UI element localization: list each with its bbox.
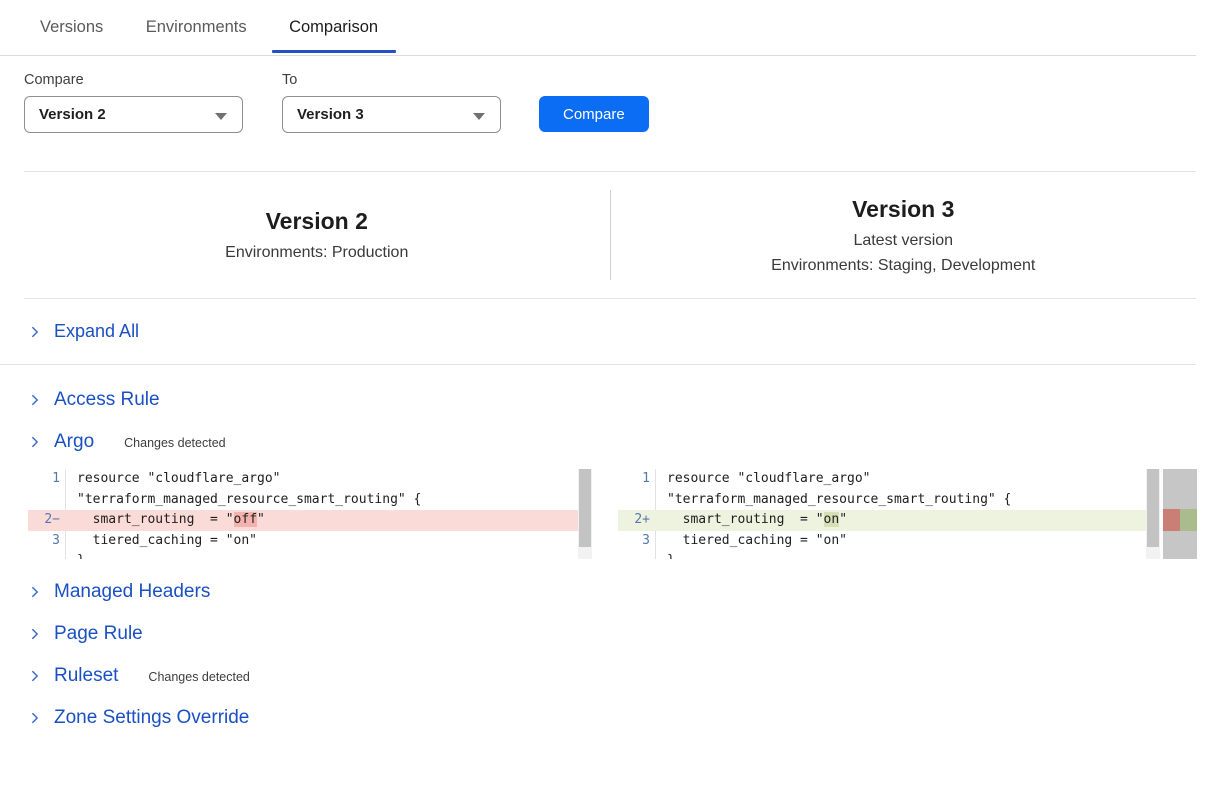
version-right-latest-label: Latest version (853, 232, 953, 250)
section-label: Ruleset (54, 665, 118, 687)
chevron-right-icon (28, 585, 42, 599)
line-number (618, 490, 656, 511)
tab-environments[interactable]: Environments (146, 18, 247, 51)
chevron-right-icon (28, 393, 42, 407)
section-label: Zone Settings Override (54, 707, 249, 729)
line-number: 2+ (618, 510, 656, 531)
code-line-wrap: "terraform_managed_resource_smart_routin… (28, 490, 592, 511)
diff-left-pane[interactable]: 1 resource "cloudflare_argo" "terraform_… (28, 469, 592, 559)
section-page-rule[interactable]: Page Rule (0, 613, 1224, 655)
version-right-title: Version 3 (852, 196, 954, 223)
chevron-right-icon (28, 627, 42, 641)
tab-bar: Versions Environments Comparison (0, 0, 1196, 56)
compare-to-select[interactable]: Version 3 (282, 96, 501, 133)
comparison-page: Versions Environments Comparison Compare… (0, 0, 1224, 788)
code-text: tiered_caching = "on" (656, 531, 847, 552)
diff-right-group: 1 resource "cloudflare_argo" "terraform_… (592, 469, 1197, 559)
compare-button[interactable]: Compare (539, 96, 649, 132)
code-line-wrap: "terraform_managed_resource_smart_routin… (618, 490, 1160, 511)
line-number: 3 (28, 531, 66, 552)
code-text: smart_routing = "on" (656, 510, 847, 531)
code-text: resource "cloudflare_argo" (66, 469, 281, 490)
changes-detected-badge: Changes detected (124, 434, 225, 450)
tab-versions[interactable]: Versions (40, 18, 103, 51)
added-word: on (824, 512, 840, 527)
scrollbar-thumb[interactable] (1147, 469, 1159, 547)
chevron-right-icon (28, 325, 42, 339)
diff-right-pane[interactable]: 1 resource "cloudflare_argo" "terraform_… (618, 469, 1160, 559)
diff-minimap[interactable] (1163, 469, 1197, 559)
line-number: 1 (28, 469, 66, 490)
tab-comparison[interactable]: Comparison (289, 18, 378, 51)
chevron-down-icon (473, 113, 485, 120)
code-line: 1 resource "cloudflare_argo" (618, 469, 1160, 490)
section-zone-settings-override[interactable]: Zone Settings Override (0, 697, 1224, 739)
section-argo[interactable]: Argo Changes detected (0, 421, 1224, 463)
section-managed-headers[interactable]: Managed Headers (0, 571, 1224, 613)
line-number: 2− (28, 510, 66, 531)
version-left-header: Version 2 Environments: Production (24, 172, 610, 298)
version-headers: Version 2 Environments: Production Versi… (24, 172, 1196, 298)
version-left-environments: Environments: Production (225, 244, 408, 262)
section-label: Argo (54, 431, 94, 453)
scrollbar-thumb[interactable] (579, 469, 591, 547)
code-line-removed: 2− smart_routing = "off" (28, 510, 592, 531)
code-text: tiered_caching = "on" (66, 531, 257, 552)
compare-from-select[interactable]: Version 2 (24, 96, 243, 133)
line-number: 1 (618, 469, 656, 490)
chevron-down-icon (215, 113, 227, 120)
version-left-title: Version 2 (266, 208, 368, 235)
section-label: Page Rule (54, 623, 143, 645)
code-text: "terraform_managed_resource_smart_routin… (656, 490, 1011, 511)
minimap-removed-mark (1163, 509, 1180, 531)
section-access-rule[interactable]: Access Rule (0, 379, 1224, 421)
scrollbar[interactable] (578, 469, 592, 559)
chevron-right-icon (28, 435, 42, 449)
changes-detected-badge: Changes detected (148, 668, 249, 684)
code-line-added: 2+ smart_routing = "on" (618, 510, 1160, 531)
code-text: resource "cloudflare_argo" (656, 469, 871, 490)
code-line: 1 resource "cloudflare_argo" (28, 469, 592, 490)
code-line: } (618, 551, 1160, 559)
code-line: } (28, 551, 592, 559)
to-field: To Version 3 (282, 72, 501, 133)
minimap-added-mark (1180, 509, 1197, 531)
compare-form: Compare Version 2 To Version 3 Compare (0, 56, 1224, 133)
version-right-environments: Environments: Staging, Development (771, 257, 1035, 275)
chevron-right-icon (28, 711, 42, 725)
code-text: } (66, 551, 85, 559)
code-line: 3 tiered_caching = "on" (28, 531, 592, 552)
code-text: smart_routing = "off" (66, 510, 265, 531)
expand-all-row[interactable]: Expand All (0, 299, 1196, 365)
scrollbar[interactable] (1146, 469, 1160, 559)
line-number (28, 490, 66, 511)
compare-field: Compare Version 2 (24, 72, 243, 133)
code-text: "terraform_managed_resource_smart_routin… (66, 490, 421, 511)
removed-word: off (234, 512, 257, 527)
section-label: Managed Headers (54, 581, 210, 603)
compare-to-value: Version 3 (297, 106, 364, 123)
code-line: 3 tiered_caching = "on" (618, 531, 1160, 552)
version-right-header: Version 3 Latest version Environments: S… (611, 172, 1197, 298)
compare-label: Compare (24, 72, 243, 88)
chevron-right-icon (28, 669, 42, 683)
sections-list: Access Rule Argo Changes detected 1 reso… (0, 365, 1224, 739)
line-number (618, 551, 656, 559)
argo-diff: 1 resource "cloudflare_argo" "terraform_… (28, 469, 1224, 559)
expand-all-label: Expand All (54, 321, 139, 342)
section-label: Access Rule (54, 389, 160, 411)
line-number (28, 551, 66, 559)
to-label: To (282, 72, 501, 88)
section-ruleset[interactable]: Ruleset Changes detected (0, 655, 1224, 697)
line-number: 3 (618, 531, 656, 552)
code-text: } (656, 551, 675, 559)
compare-from-value: Version 2 (39, 106, 106, 123)
